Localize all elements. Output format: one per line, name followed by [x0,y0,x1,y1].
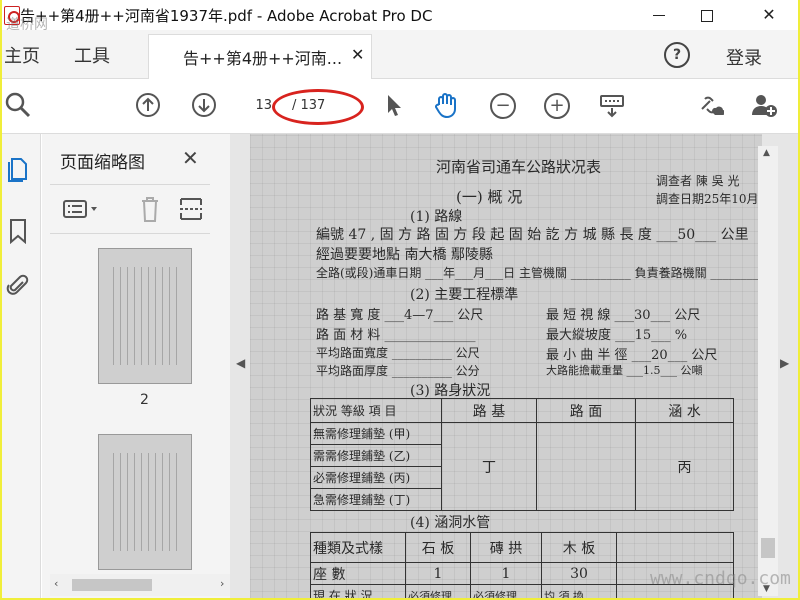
table-header-cell: 磚 拱 [470,532,542,563]
page-thumbnail[interactable] [98,248,192,384]
doc-line-2: 經過要要地點 南大橋 鄢陵縣 [316,247,493,263]
title-bar: 告++第4册++河南省1937年.pdf - Adobe Acrobat Pro… [2,0,798,33]
collapse-left-icon[interactable]: ◀ [236,356,245,370]
table-cell [616,532,734,563]
doc-date: 調查日期25年10月 [656,192,759,206]
page-up-icon[interactable] [134,91,162,119]
bookmark-icon[interactable] [8,218,28,244]
doc-spec-right: 最 短 視 線 ___30___ 公尺 [546,308,701,323]
close-window-button[interactable]: ✕ [746,2,792,28]
document-view[interactable]: ◀ 河南省司通车公路狀况表 (一) 概 况 调查者 陳 吳 光 調查日期25年1… [230,134,798,598]
tab-bar: 主页 工具 告++第4册++河南... ✕ ? 登录 [2,30,798,79]
table-cell: 30 [541,562,617,585]
table-header-cell: 石 板 [405,532,471,563]
table-header-cell: 涵 水 [635,398,734,423]
doc-sub-1: (1) 路線 [410,209,463,225]
table-row-label: 必需修理鋪墊 (丙) [310,466,442,489]
close-tab-icon[interactable]: ✕ [351,45,364,64]
panel-toolbar [50,184,210,234]
window-title: 告++第4册++河南省1937年.pdf - Adobe Acrobat Pro… [20,7,433,25]
thumbnail-page-number: 2 [140,392,149,408]
tab-document-label: 告++第4册++河南... [183,49,343,68]
scroll-right-icon[interactable]: › [220,577,224,590]
acrobat-window: 告++第4册++河南省1937年.pdf - Adobe Acrobat Pro… [2,0,798,598]
thumbnail-options-icon[interactable] [62,199,102,219]
page-thumbnails-icon[interactable] [6,156,30,182]
doc-line-1: 編號 47 , 固 方 路 固 方 段 起 固 始 訖 方 城 縣 長 度 __… [316,227,749,243]
document-scrollbar-thumb[interactable] [761,538,775,558]
doc-spec-right: 最大縱坡度 ___15___ % [546,328,688,343]
scroll-up-icon[interactable]: ▲ [763,148,770,158]
table-mark: 丁 [441,422,537,511]
trash-icon[interactable] [138,195,162,223]
toolbar: 13 / 137 − + [2,79,798,134]
table-header-cell: 木 板 [541,532,617,563]
doc-section-1: (一) 概 况 [456,188,523,206]
doc-spec-left: 路 基 寬 度 ___4—7___ 公尺 [316,308,484,323]
doc-sub-3: (3) 路身狀況 [410,383,491,399]
select-arrow-icon[interactable] [380,91,408,119]
table-mark: 丙 [635,422,734,511]
doc-line-3: 全路(或段)通車日期 ___年___月___日 主管機關 __________ … [316,266,759,280]
doc-title: 河南省司通车公路狀况表 [436,158,602,176]
page-thumbnail[interactable] [98,434,192,570]
doc-spec-left: 平均路面寬度 __________ 公尺 [316,346,480,360]
attachment-icon[interactable] [6,272,30,298]
doc-spec-left: 平均路面厚度 __________ 公分 [316,364,480,378]
doc-investigator: 调查者 陳 吳 光 [656,174,740,188]
current-page-input[interactable]: 13 [242,95,272,117]
doc-sub-2: (2) 主要工程標準 [410,287,519,303]
doc-spec-right: 大路能擔載重量 ___1.5___ 公噸 [546,364,703,377]
table-cell: 均 須 換 [541,584,617,598]
table-header-cell: 種類及式樣 [310,532,406,563]
thumbnails-panel: 页面缩略图 ✕ 2 ▲ ▼ ‹ [42,134,258,598]
tab-document[interactable]: 告++第4册++河南... ✕ [148,34,372,79]
table-row-label: 無需修理鋪墊 (甲) [310,422,442,445]
zoom-in-icon[interactable]: + [544,93,570,119]
navigation-rail [2,134,41,598]
site-watermark-bottom: www.cndqo.com [650,568,791,589]
share-link-icon[interactable] [696,91,724,119]
tab-tools[interactable]: 工具 [74,42,110,68]
search-zoom-icon[interactable] [4,91,32,119]
table-header-cell: 路 面 [536,398,636,423]
maximize-button[interactable] [684,2,730,28]
table-row-label: 座 數 [310,562,406,585]
pdf-page: 河南省司通车公路狀况表 (一) 概 况 调查者 陳 吳 光 調查日期25年10月… [250,134,762,598]
table-cell [536,422,636,511]
tab-home[interactable]: 主页 [4,42,40,68]
red-highlight-ellipse [272,89,364,125]
page-extract-icon[interactable] [178,195,204,223]
help-icon[interactable]: ? [664,42,690,68]
table-header-cell: 狀況 等級 項 目 [310,398,442,423]
hand-pan-icon[interactable] [432,91,460,119]
hscrollbar-thumb[interactable] [72,579,152,591]
thumbnails-hscrollbar[interactable]: ‹ › [50,574,236,596]
table-cell: 必須修理 [405,584,471,598]
doc-sub-4: (4) 涵洞水管 [410,515,491,531]
document-scrollbar[interactable]: ▲ ▼ [758,146,778,596]
table-cell: 必須修理 [470,584,542,598]
table-row-label: 急需修理鋪墊 (丁) [310,488,442,511]
page-down-icon[interactable] [190,91,218,119]
close-panel-icon[interactable]: ✕ [182,146,199,170]
doc-spec-right: 最 小 曲 半 徑 ___20___ 公尺 [546,348,718,363]
panel-title: 页面缩略图 [60,153,145,173]
road-condition-table: 狀況 等級 項 目 路 基 路 面 涵 水 無需修理鋪墊 (甲) 丁 丙 需需修… [310,398,734,511]
table-cell: 1 [470,562,542,585]
table-row-label: 需需修理鋪墊 (乙) [310,444,442,467]
scroll-left-icon[interactable]: ‹ [54,577,58,590]
table-cell: 1 [405,562,471,585]
login-button[interactable]: 登录 [726,44,762,70]
minimize-button[interactable] [636,2,682,28]
add-user-icon[interactable] [750,91,778,119]
table-header-cell: 路 基 [441,398,537,423]
table-row-label: 現 在 狀 況 [310,584,406,598]
collapse-right-icon[interactable]: ▶ [780,356,789,370]
zoom-out-icon[interactable]: − [490,93,516,119]
doc-spec-left: 路 面 材 料 ______________ [316,328,476,343]
keyboard-scroll-icon[interactable] [598,91,626,119]
